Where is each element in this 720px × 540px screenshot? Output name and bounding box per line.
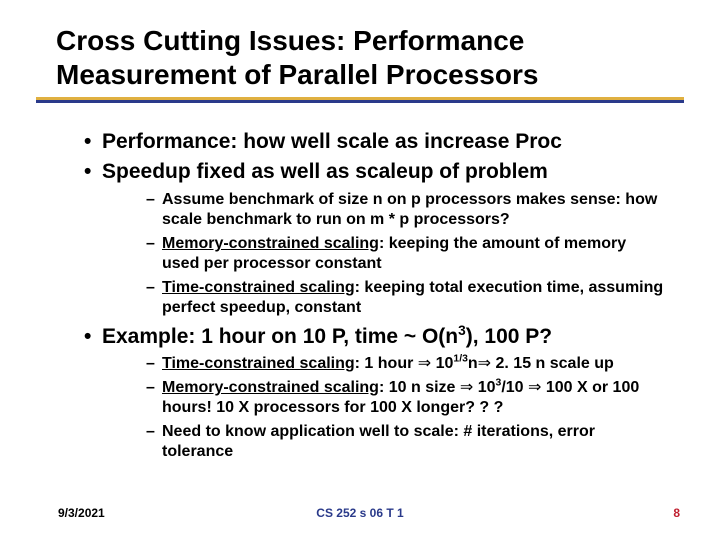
arrow-icon: ⇒ <box>478 355 491 372</box>
term-time-constrained: Time-constrained scaling <box>162 279 355 296</box>
title-underline <box>36 97 684 103</box>
sub-list-2: Time-constrained scaling: 1 hour ⇒ 101/3… <box>102 354 664 462</box>
title-line-2: Measurement of Parallel Processors <box>56 59 538 90</box>
sub-assume: Assume benchmark of size n on p processo… <box>146 190 664 230</box>
sub-list-1: Assume benchmark of size n on p processo… <box>102 190 664 318</box>
arrow-icon: ⇒ <box>528 379 541 396</box>
t1: : 1 hour <box>355 355 418 372</box>
footer-course: CS 252 s 06 T 1 <box>0 506 720 520</box>
t2: 10 <box>431 355 453 372</box>
sub-time-constrained: Time-constrained scaling: keeping total … <box>146 278 664 318</box>
bullet-speedup: Speedup fixed as well as scaleup of prob… <box>84 159 664 317</box>
t3: 2. 15 n scale up <box>491 355 614 372</box>
slide: Cross Cutting Issues: Performance Measur… <box>0 0 720 540</box>
example-sup: 3 <box>458 323 466 338</box>
arrow-icon: ⇒ <box>460 379 473 396</box>
sub-time-scaling: Time-constrained scaling: 1 hour ⇒ 101/3… <box>146 354 664 374</box>
t2b: n <box>468 355 478 372</box>
title-line-1: Cross Cutting Issues: Performance <box>56 25 524 56</box>
example-pre: Example: 1 hour on 10 P, time ~ O(n <box>102 325 458 348</box>
footer: 9/3/2021 CS 252 s 06 T 1 8 <box>0 506 720 524</box>
term-time-constrained-2: Time-constrained scaling <box>162 355 355 372</box>
sub-memory-scaling: Memory-constrained scaling: 10 n size ⇒ … <box>146 378 664 418</box>
bullet-performance: Performance: how well scale as increase … <box>84 129 664 155</box>
bullet-list: Performance: how well scale as increase … <box>56 129 664 462</box>
m1: : 10 n size <box>379 379 460 396</box>
sub-need-to-know: Need to know application well to scale: … <box>146 422 664 462</box>
arrow-icon: ⇒ <box>418 355 431 372</box>
m2b: /10 <box>501 379 528 396</box>
rule-navy <box>36 100 684 103</box>
m2: 10 <box>473 379 495 396</box>
term-memory-constrained: Memory-constrained scaling <box>162 235 379 252</box>
t2sup: 1/3 <box>453 354 467 365</box>
sub-memory-constrained: Memory-constrained scaling: keeping the … <box>146 234 664 274</box>
term-memory-constrained-2: Memory-constrained scaling <box>162 379 379 396</box>
example-post: ), 100 P? <box>466 325 552 348</box>
bullet-speedup-text: Speedup fixed as well as scaleup of prob… <box>102 160 548 183</box>
footer-page-number: 8 <box>673 506 680 520</box>
slide-title: Cross Cutting Issues: Performance Measur… <box>56 24 664 91</box>
bullet-example: Example: 1 hour on 10 P, time ~ O(n3), 1… <box>84 324 664 462</box>
